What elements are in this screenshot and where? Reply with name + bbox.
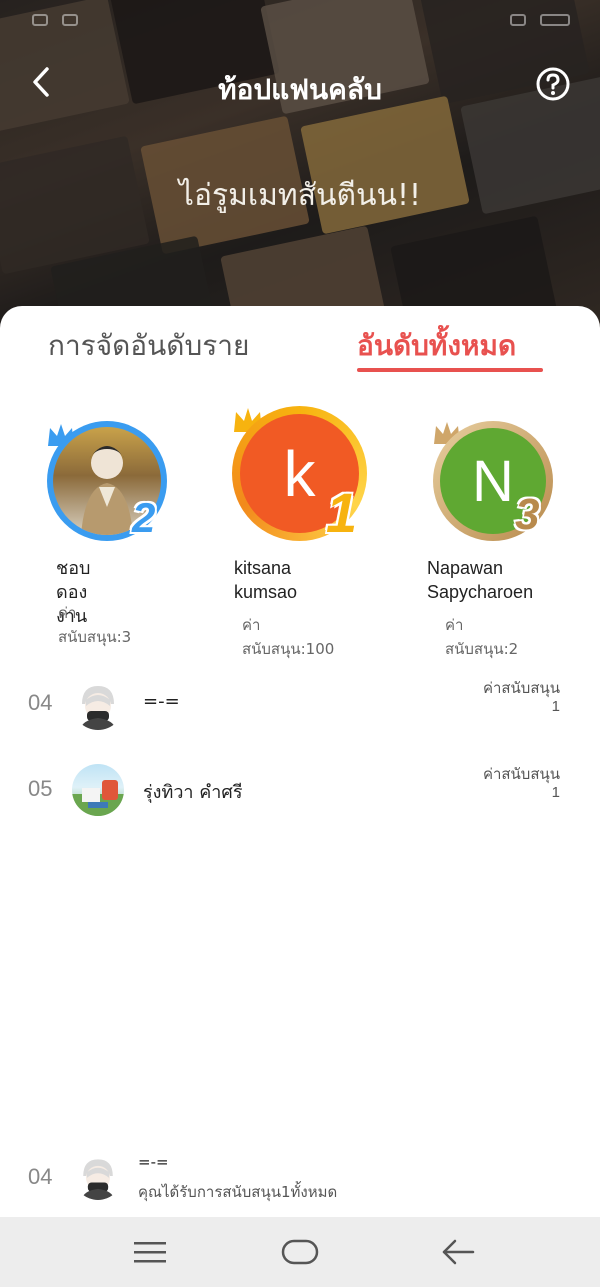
help-button[interactable] xyxy=(536,67,570,101)
podium-score: ค่าสนับสนุน:3 xyxy=(58,604,132,646)
row-score-value: 1 xyxy=(551,698,560,715)
club-name: ไอ่รูมเมทสันตีนน!! xyxy=(178,178,422,213)
my-support-note: คุณได้รับการสนับสนุน1ทั้งหมด xyxy=(138,1183,338,1201)
landscape-photo-icon xyxy=(72,780,124,816)
list-item[interactable]: 05 รุ่งทิวา คำศรี ค่าสนับสนุน 1 xyxy=(0,760,600,820)
tab-ranking[interactable]: การจัดอันดับราย xyxy=(48,324,249,368)
banner-overlay xyxy=(0,0,600,340)
row-rank: 04 xyxy=(28,690,53,715)
notification-icon xyxy=(62,14,78,26)
status-left-icons xyxy=(32,14,78,26)
status-right-icons xyxy=(510,14,570,26)
battery-icon xyxy=(540,14,570,26)
tab-all-ranking[interactable]: อันดับทั้งหมด xyxy=(357,324,516,368)
my-avatar xyxy=(74,1152,122,1200)
system-nav-bar xyxy=(0,1217,600,1287)
home-button[interactable] xyxy=(280,1234,320,1270)
system-back-button[interactable] xyxy=(438,1234,478,1270)
notification-icon xyxy=(32,14,48,26)
podium-name-line2: Sapycharoen xyxy=(427,582,534,602)
my-name: =-= xyxy=(138,1153,169,1171)
row-rank: 05 xyxy=(28,776,53,801)
menu-icon xyxy=(134,1242,166,1263)
chibi-face-icon xyxy=(80,686,116,730)
home-icon xyxy=(281,1239,319,1265)
page-title: ท้อปแฟนคลับ xyxy=(218,73,382,106)
landscape-avatar-icon xyxy=(72,764,124,816)
podium-score: ค่าสนับสนุน:2 xyxy=(445,616,519,658)
signal-icon xyxy=(510,14,526,26)
header-banner: ท้อปแฟนคลับ ไอ่รูมเมทสันตีนน!! xyxy=(0,0,600,340)
podium-score: ค่าสนับสนุน:100 xyxy=(242,616,335,658)
my-rank: 04 xyxy=(28,1164,53,1189)
my-rank-row: 04 =-= คุณได้รับการสนับสนุน1ทั้งหมด xyxy=(0,1148,600,1208)
list-item[interactable]: 04 =-= ค่าสนับสนุน 1 xyxy=(0,674,600,734)
chibi-avatar-icon xyxy=(72,678,124,730)
podium-name-line1: kitsana xyxy=(234,558,292,578)
screen: ท้อปแฟนคลับ ไอ่รูมเมทสันตีนน!! การจัดอัน… xyxy=(0,0,600,1287)
row-name: =-= xyxy=(143,691,180,712)
rank-number: 1 xyxy=(326,481,358,544)
recent-apps-button[interactable] xyxy=(130,1234,170,1270)
row-score-label: ค่าสนับสนุน xyxy=(482,765,560,783)
chibi-face-icon xyxy=(81,1159,115,1200)
rank-number: 3 xyxy=(515,490,540,539)
active-tab-indicator xyxy=(357,368,543,372)
row-score-value: 1 xyxy=(551,784,560,801)
back-arrow-icon xyxy=(442,1239,475,1265)
row-name: รุ่งทิวา คำศรี xyxy=(143,782,243,803)
status-bar xyxy=(32,8,570,32)
row-score-label: ค่าสนับสนุน xyxy=(482,679,560,697)
podium-name-line2: kumsao xyxy=(234,582,298,602)
podium-name-line1: Napawan xyxy=(427,558,504,578)
help-icon xyxy=(536,67,570,101)
rank-number: 2 xyxy=(132,494,156,541)
